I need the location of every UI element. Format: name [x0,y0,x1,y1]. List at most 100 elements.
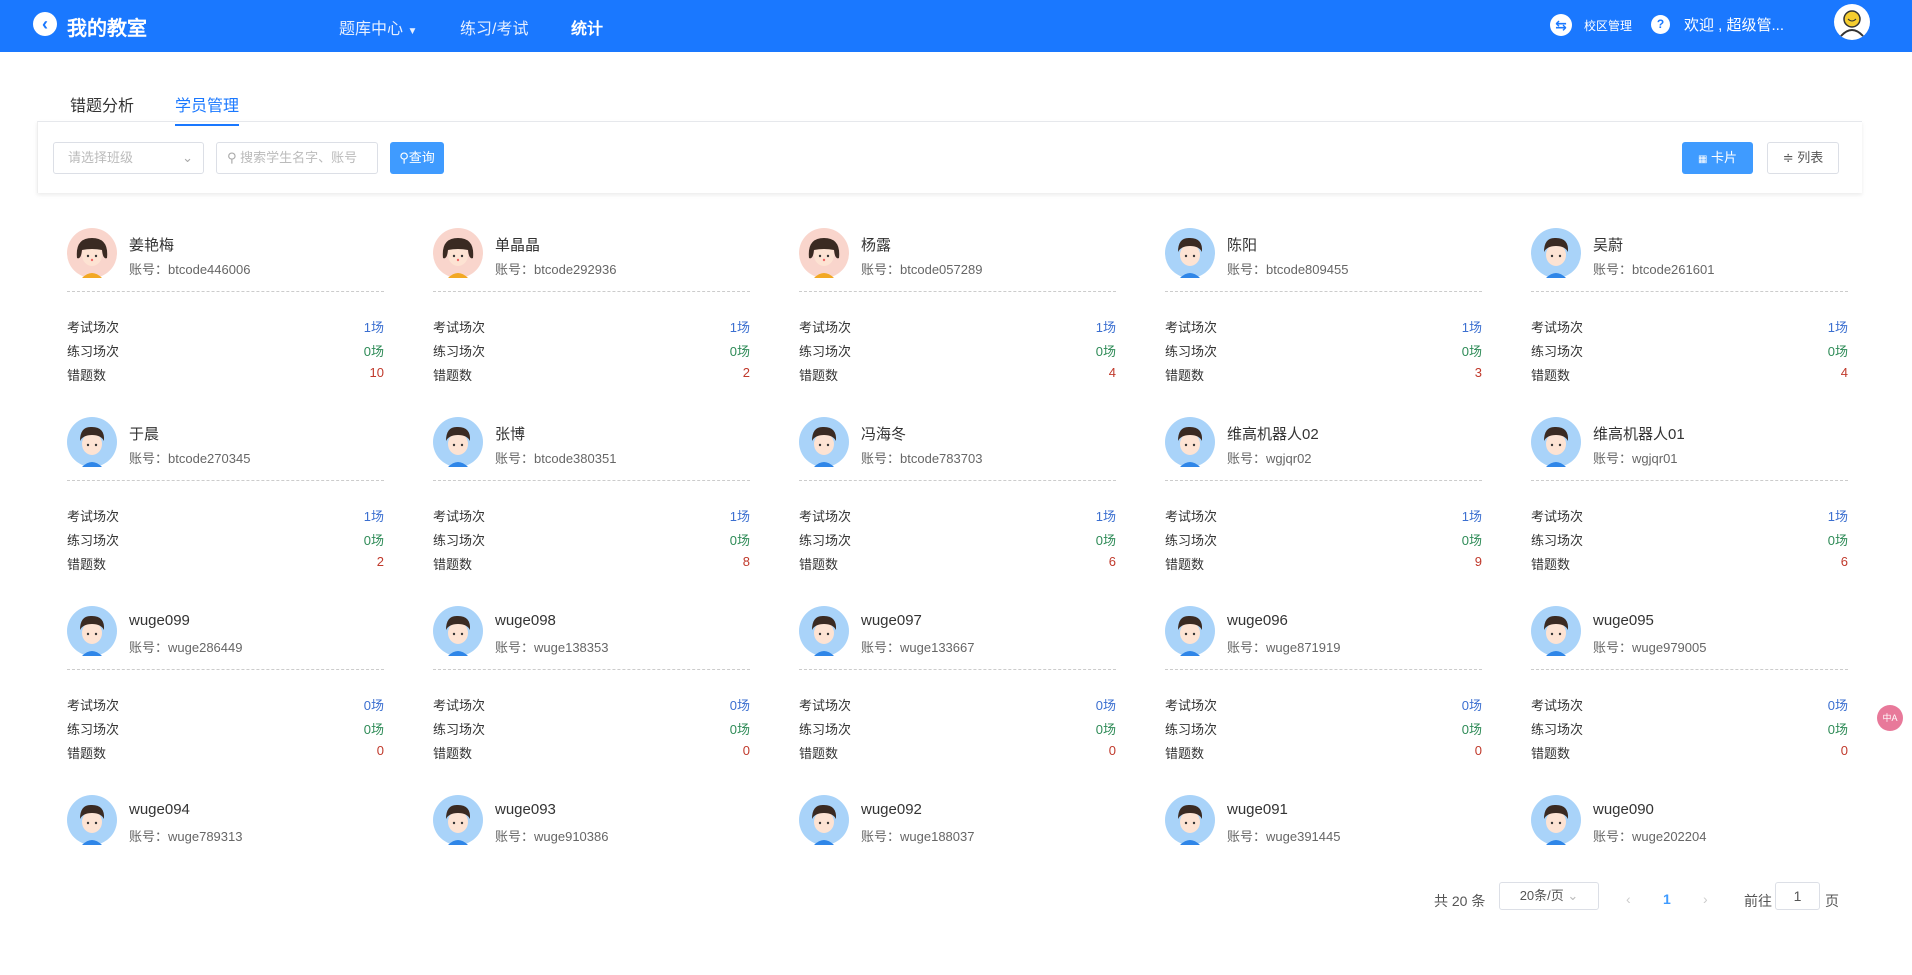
student-account: 账号：btcode446006 [129,259,250,278]
prev-page-button[interactable]: ‹ [1626,891,1631,907]
stat-value: 1场 [1095,509,1116,524]
account-prefix: 账号： [861,262,901,277]
student-card[interactable]: 维高机器人01 账号：wgjqr01 考试场次 1场 练习场次 0场 错题数 6 [1531,417,1848,597]
account-prefix: 账号： [129,451,169,466]
stat-label: 错题数 [1165,746,1205,761]
student-card[interactable]: 杨露 账号：btcode057289 考试场次 1场 练习场次 0场 错题数 4 [799,228,1116,408]
student-account: 账号：wuge133667 [861,637,974,656]
divider [67,291,384,292]
stat-row-exam: 考试场次 1场 [1165,317,1482,336]
divider [433,480,750,481]
nav-practice-exam[interactable]: 练习/考试 [460,15,528,39]
student-card[interactable]: 冯海冬 账号：btcode783703 考试场次 1场 练习场次 0场 错题数 6 [799,417,1116,597]
stat-row-practice: 练习场次 0场 [67,530,384,549]
student-card[interactable]: wuge095 账号：wuge979005 考试场次 0场 练习场次 0场 错题数 0 [1531,606,1848,786]
user-avatar[interactable] [1834,4,1870,40]
account-value: wuge391445 [1266,829,1341,844]
student-card[interactable]: wuge092 账号：wuge188037 [799,795,1116,975]
student-account: 账号：btcode380351 [495,448,616,467]
student-account: 账号：wuge202204 [1593,826,1706,845]
student-search-input[interactable]: ⚲ 搜索学生名字、账号 [216,142,378,174]
query-label: 查询 [408,150,435,165]
campus-management-link[interactable]: 校区管理 [1584,17,1632,34]
account-prefix: 账号： [861,829,901,844]
total-count: 共 20 条 [1434,893,1486,909]
translate-icon[interactable]: 中A [1877,705,1903,731]
goto-page-input[interactable]: 1 [1775,882,1820,910]
stat-row-wrong: 错题数 10 [67,365,384,384]
list-view-button[interactable]: ≑ 列表 [1767,142,1839,174]
student-card[interactable]: wuge098 账号：wuge138353 考试场次 0场 练习场次 0场 错题数 0 [433,606,750,786]
stat-value: 0场 [363,698,384,713]
back-icon[interactable]: ‹ [33,12,57,36]
account-prefix: 账号： [1593,262,1633,277]
stat-label: 考试场次 [433,320,486,335]
student-card[interactable]: 姜艳梅 账号：btcode446006 考试场次 1场 练习场次 0场 错题数 10 [67,228,384,408]
next-page-button[interactable]: › [1703,891,1708,907]
nav-statistics[interactable]: 统计 [571,15,603,39]
divider [1165,669,1482,670]
stat-row-practice: 练习场次 0场 [799,341,1116,360]
stat-row-practice: 练习场次 0场 [1165,719,1482,738]
account-value: btcode261601 [1632,262,1715,277]
student-card[interactable]: 单晶晶 账号：btcode292936 考试场次 1场 练习场次 0场 错题数 2 [433,228,750,408]
student-card[interactable]: wuge093 账号：wuge910386 [433,795,750,975]
app-title: 我的教室 [67,18,147,40]
nav-label: 题库中心 [339,21,404,38]
stat-value: 0场 [1827,698,1848,713]
student-account: 账号：btcode270345 [129,448,250,467]
stat-value: 0场 [1461,698,1482,713]
swap-icon[interactable]: ⇆ [1550,14,1572,36]
tab-wrong-question-analysis[interactable]: 错题分析 [70,92,134,124]
student-card[interactable]: wuge091 账号：wuge391445 [1165,795,1482,975]
student-account: 账号：wuge979005 [1593,637,1706,656]
student-name: wuge097 [861,612,922,629]
stat-value: 0场 [363,722,384,737]
stat-row-practice: 练习场次 0场 [1165,341,1482,360]
student-card[interactable]: 维高机器人02 账号：wgjqr02 考试场次 1场 练习场次 0场 错题数 9 [1165,417,1482,597]
student-avatar [799,606,849,656]
student-card[interactable]: 陈阳 账号：btcode809455 考试场次 1场 练习场次 0场 错题数 3 [1165,228,1482,408]
stat-row-practice: 练习场次 0场 [67,719,384,738]
student-card[interactable]: 于晨 账号：btcode270345 考试场次 1场 练习场次 0场 错题数 2 [67,417,384,597]
student-card[interactable]: wuge097 账号：wuge133667 考试场次 0场 练习场次 0场 错题数 0 [799,606,1116,786]
query-button[interactable]: ⚲查询 [390,142,444,174]
stat-label: 练习场次 [1531,344,1584,359]
page-1[interactable]: 1 [1663,891,1671,907]
student-card[interactable]: 张博 账号：btcode380351 考试场次 1场 练习场次 0场 错题数 8 [433,417,750,597]
student-avatar [433,795,483,845]
card-view-button[interactable]: ▦ 卡片 [1682,142,1753,174]
nav-question-bank[interactable]: 题库中心 ▼ [339,15,417,39]
student-card[interactable]: wuge096 账号：wuge871919 考试场次 0场 练习场次 0场 错题数 0 [1165,606,1482,786]
stat-row-exam: 考试场次 1场 [1165,506,1482,525]
help-icon[interactable]: ? [1651,15,1670,34]
student-avatar [433,417,483,467]
top-navbar: ‹ 我的教室 题库中心 ▼ 练习/考试 统计 ⇆ 校区管理 ? 欢迎 , 超级管… [0,0,1912,52]
student-avatar [67,417,117,467]
class-select[interactable]: 请选择班级 ⌄ [53,142,204,174]
student-card[interactable]: wuge094 账号：wuge789313 [67,795,384,975]
student-name: 陈阳 [1227,237,1258,254]
account-prefix: 账号： [1227,829,1267,844]
stat-value: 0场 [729,533,750,548]
stat-row-wrong: 错题数 9 [1165,554,1482,573]
student-name: 单晶晶 [495,237,541,254]
stat-label: 考试场次 [799,698,852,713]
stat-value: 2 [376,554,384,569]
stat-label: 考试场次 [1165,698,1218,713]
stat-label: 练习场次 [433,722,486,737]
student-name: wuge096 [1227,612,1288,629]
student-card[interactable]: 吴蔚 账号：btcode261601 考试场次 1场 练习场次 0场 错题数 4 [1531,228,1848,408]
stat-value: 0 [1840,743,1848,758]
page-size-select[interactable]: 20条/页 ⌄ [1499,882,1599,910]
stat-value: 0场 [1461,344,1482,359]
stat-value: 0场 [729,344,750,359]
student-card[interactable]: wuge099 账号：wuge286449 考试场次 0场 练习场次 0场 错题数 0 [67,606,384,786]
account-value: btcode057289 [900,262,983,277]
stat-label: 考试场次 [799,509,852,524]
stat-value: 4 [1108,365,1116,380]
welcome-text[interactable]: 欢迎 , 超级管... [1684,14,1784,35]
stat-label: 考试场次 [1531,698,1584,713]
stat-label: 错题数 [799,557,839,572]
stat-value: 1场 [1461,509,1482,524]
